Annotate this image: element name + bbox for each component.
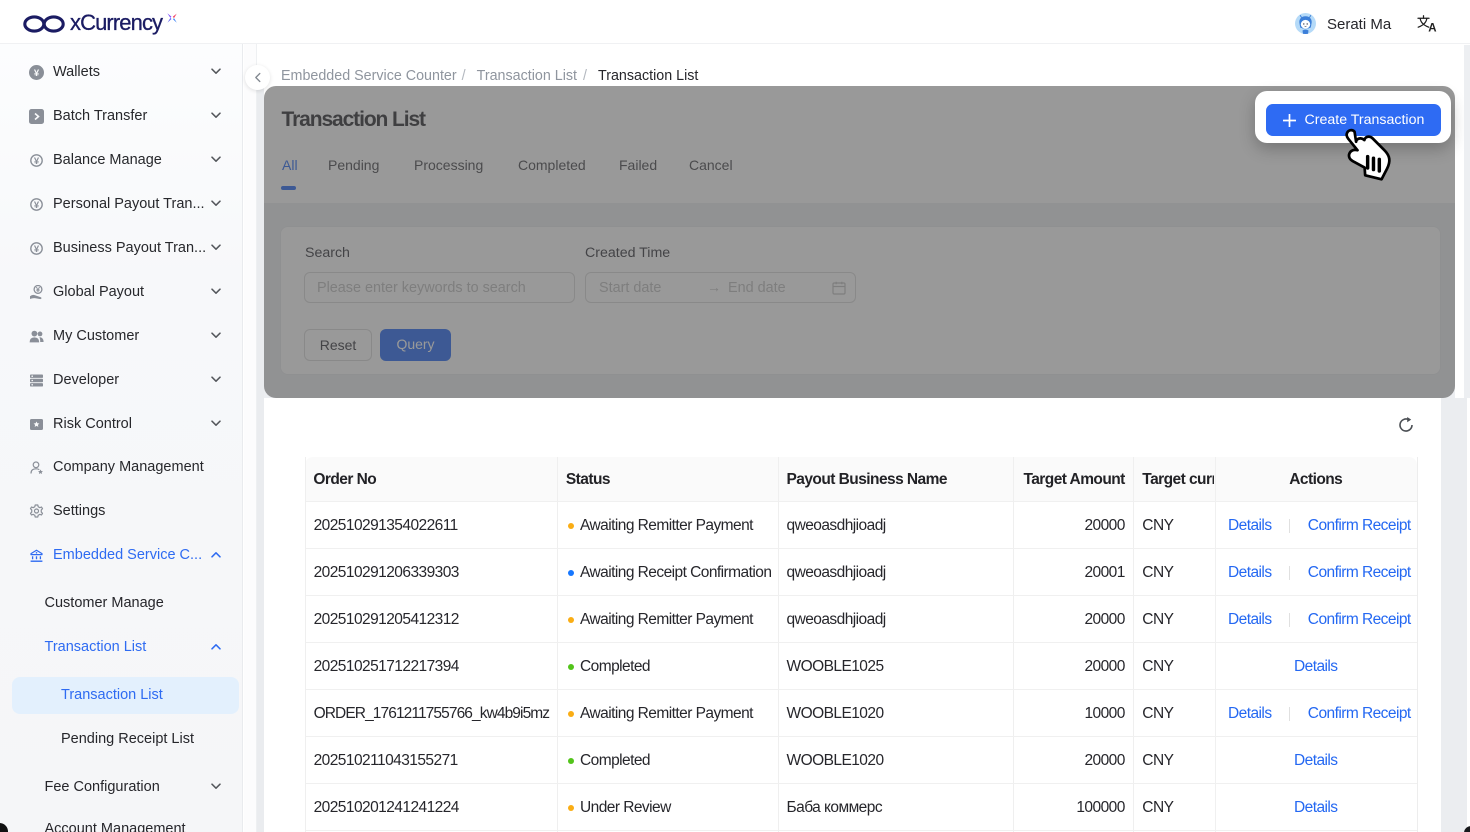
svg-text:¥: ¥ [34,244,40,255]
svg-text:¥: ¥ [34,68,40,79]
svg-text:¥: ¥ [34,156,40,167]
svg-text:¥: ¥ [34,200,40,211]
svg-text:A: A [1428,23,1436,32]
